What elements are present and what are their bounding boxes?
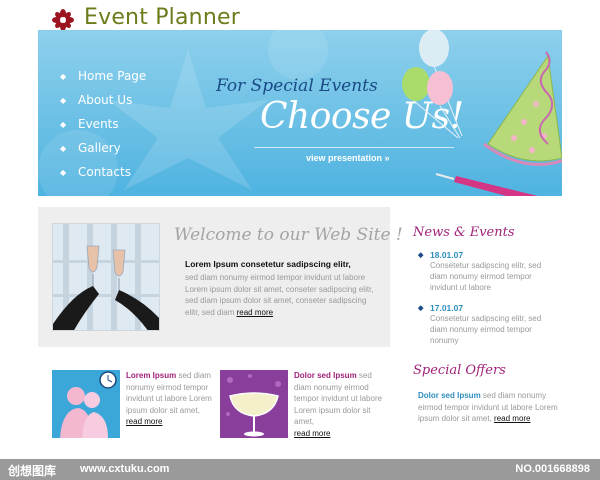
main-nav: ◆ Home Page ◆ About Us ◆ Events ◆ Galler… [60, 64, 200, 184]
welcome-panel: Welcome to our Web Site ! Lorem Ipsum co… [38, 207, 403, 347]
view-presentation-link[interactable]: view presentation » [306, 153, 390, 163]
nav-label[interactable]: Events [78, 117, 119, 131]
site-title[interactable]: Event Planner [84, 5, 240, 30]
nav-label[interactable]: About Us [78, 93, 132, 107]
diamond-bullet-icon: ◆ [60, 167, 67, 177]
feature-dolor-sed-ipsum: Dolor sed Ipsum sed diam nonumy eirmod t… [220, 370, 390, 450]
welcome-heading: Lorem Ipsum consetetur sadipscing elitr, [185, 259, 351, 269]
nav-item-home-page[interactable]: ◆ Home Page [60, 64, 200, 88]
welcome-title: Welcome to our Web Site ! [174, 225, 403, 245]
news-heading: News & Events [413, 225, 515, 240]
offer-title[interactable]: Dolor sed Ipsum [418, 391, 481, 400]
offers-heading: Special Offers [413, 363, 506, 378]
champagne-glass-image [220, 370, 288, 438]
nav-item-events[interactable]: ◆ Events [60, 112, 200, 136]
nav-label[interactable]: Home Page [78, 69, 146, 83]
offer-read-more-link[interactable]: read more [494, 414, 530, 423]
diamond-bullet-icon: ◆ [418, 252, 424, 259]
feature-title[interactable]: Dolor sed Ipsum [294, 371, 357, 380]
diamond-bullet-icon: ◆ [60, 119, 67, 129]
watermark-url: www.cxtuku.com [80, 463, 170, 475]
nav-item-about-us[interactable]: ◆ About Us [60, 88, 200, 112]
news-text: Consetetur sadipscing elitr, sed diam no… [430, 261, 542, 292]
feature-read-more-link[interactable]: read more [294, 429, 330, 438]
news-text: Consetetur sadipscing elitr, sed diam no… [430, 314, 542, 345]
hero-banner: ◆ Home Page ◆ About Us ◆ Events ◆ Galler… [38, 30, 562, 196]
news-date-label[interactable]: 17.01.07 [430, 303, 463, 313]
watermark-footer: 创想图库 www.cxtuku.com NO.001668898 [0, 459, 600, 480]
news-date[interactable]: ◆ 18.01.07 [418, 250, 558, 260]
offer-item: Dolor sed Ipsum sed diam nonumy eirmod t… [418, 390, 560, 425]
nav-item-gallery[interactable]: ◆ Gallery [60, 136, 200, 160]
couple-clock-image [52, 370, 120, 438]
diamond-bullet-icon: ◆ [418, 305, 424, 312]
welcome-body: sed diam nonumy eirmod tempor invidunt u… [185, 272, 381, 318]
diamond-bullet-icon: ◆ [60, 71, 67, 81]
feature-text: Lorem Ipsum sed diam nonumy eirmod tempo… [126, 370, 222, 428]
welcome-body-text: sed diam nonumy eirmod tempor invidunt u… [185, 273, 374, 317]
diamond-bullet-icon: ◆ [60, 143, 67, 153]
banner-tagline-small: For Special Events [216, 76, 378, 96]
news-item: ◆ 18.01.07 Consetetur sadipscing elitr, … [418, 250, 558, 293]
news-date[interactable]: ◆ 17.01.07 [418, 303, 558, 313]
nav-item-contacts[interactable]: ◆ Contacts [60, 160, 200, 184]
nav-label[interactable]: Gallery [78, 141, 121, 155]
feature-text: Dolor sed Ipsum sed diam nonumy eirmod t… [294, 370, 390, 439]
champagne-toast-image [52, 223, 160, 331]
news-date-label[interactable]: 18.01.07 [430, 250, 463, 260]
welcome-read-more-link[interactable]: read more [237, 308, 273, 317]
nav-label[interactable]: Contacts [78, 165, 131, 179]
diamond-bullet-icon: ◆ [60, 95, 67, 105]
feature-lorem-ipsum: Lorem Ipsum sed diam nonumy eirmod tempo… [52, 370, 222, 450]
feature-read-more-link[interactable]: read more [126, 417, 162, 426]
flower-icon [52, 9, 74, 31]
party-hat-balloons-image [402, 30, 562, 196]
feature-title[interactable]: Lorem Ipsum [126, 371, 176, 380]
watermark-number: NO.001668898 [515, 463, 590, 475]
news-item: ◆ 17.01.07 Consetetur sadipscing elitr, … [418, 303, 558, 346]
watermark-brand: 创想图库 [8, 464, 57, 478]
